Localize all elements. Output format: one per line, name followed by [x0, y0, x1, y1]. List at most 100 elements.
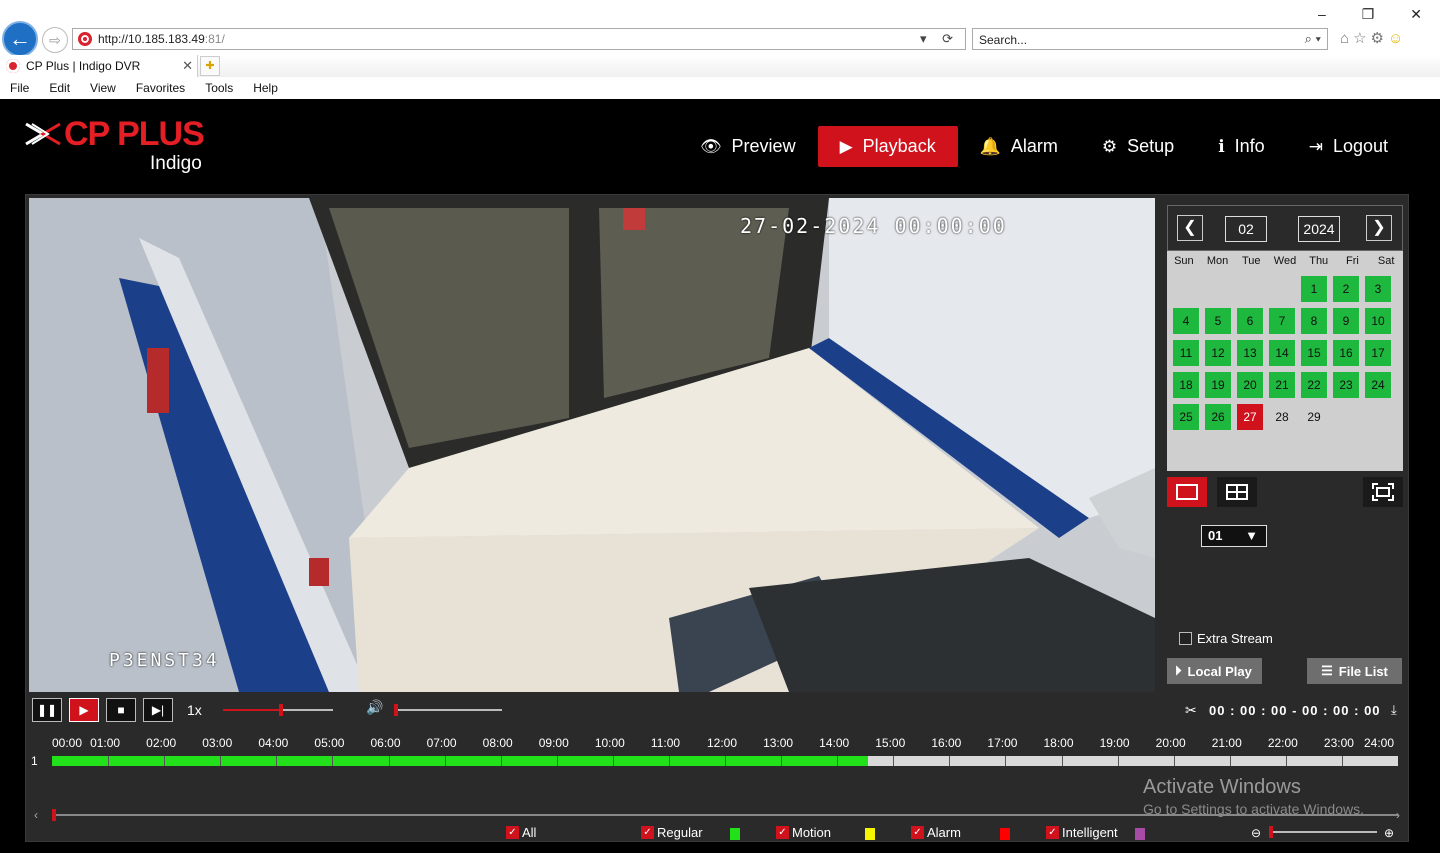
scroll-right-icon[interactable]: › [1396, 808, 1400, 822]
calendar-day-2[interactable]: 2 [1330, 273, 1362, 305]
calendar-day-11[interactable]: 11 [1170, 337, 1202, 369]
nav-logout[interactable]: ⇥ Logout [1287, 126, 1410, 167]
menu-edit[interactable]: Edit [39, 81, 80, 95]
scissors-icon[interactable]: ✂ [1185, 702, 1197, 719]
timeline-scrollbar[interactable] [52, 809, 1398, 821]
checkbox-checked-icon[interactable]: ✓ [506, 826, 519, 839]
download-icon[interactable]: ⤓ [1391, 702, 1397, 718]
legend-alarm[interactable]: ✓ Alarm [911, 825, 961, 840]
search-icon[interactable]: ⌕ ▾ [1305, 31, 1321, 47]
calendar-day-7[interactable]: 7 [1266, 305, 1298, 337]
zoom-in-icon[interactable]: ⊕ [1384, 826, 1394, 840]
checkbox-icon[interactable] [1179, 632, 1192, 645]
next-month-button[interactable]: ❯ [1366, 215, 1392, 241]
calendar-day-15[interactable]: 15 [1298, 337, 1330, 369]
address-bar[interactable]: http://10.185.183.49:81/ ▾ ⟳ [72, 28, 966, 50]
calendar-day-6[interactable]: 6 [1234, 305, 1266, 337]
menu-view[interactable]: View [80, 81, 126, 95]
smiley-icon[interactable]: ☺ [1388, 30, 1407, 47]
calendar-day-8[interactable]: 8 [1298, 305, 1330, 337]
zoom-out-icon[interactable]: ⊖ [1251, 826, 1261, 840]
single-view-button[interactable] [1167, 477, 1207, 507]
nav-info[interactable]: ℹ Info [1196, 126, 1287, 167]
home-icon[interactable]: ⌂ [1340, 30, 1353, 47]
calendar-day-23[interactable]: 23 [1330, 369, 1362, 401]
scroll-left-icon[interactable]: ‹ [34, 808, 38, 822]
quad-view-button[interactable] [1217, 477, 1257, 507]
calendar-day-18[interactable]: 18 [1170, 369, 1202, 401]
calendar-day-22[interactable]: 22 [1298, 369, 1330, 401]
pause-button[interactable]: ❚❚ [32, 698, 62, 722]
close-window-icon[interactable]: ✕ [1410, 6, 1422, 23]
calendar-day-3[interactable]: 3 [1362, 273, 1394, 305]
calendar-day-16[interactable]: 16 [1330, 337, 1362, 369]
calendar-day-10[interactable]: 10 [1362, 305, 1394, 337]
menu-tools[interactable]: Tools [195, 81, 243, 95]
tab-close-icon[interactable]: ✕ [182, 58, 193, 74]
volume-icon[interactable]: 🔊 [366, 699, 383, 716]
nav-preview[interactable]: 👁 Preview [678, 126, 818, 167]
calendar-day-25[interactable]: 25 [1170, 401, 1202, 433]
calendar-day-29[interactable]: 29 [1298, 401, 1330, 433]
stop-button[interactable]: ■ [106, 698, 136, 722]
month-field[interactable]: 02 [1225, 216, 1267, 242]
year-field[interactable]: 2024 [1298, 216, 1340, 242]
calendar-day-1[interactable]: 1 [1298, 273, 1330, 305]
checkbox-checked-icon[interactable]: ✓ [641, 826, 654, 839]
checkbox-checked-icon[interactable]: ✓ [776, 826, 789, 839]
checkbox-checked-icon[interactable]: ✓ [911, 826, 924, 839]
nav-setup[interactable]: ⚙ Setup [1080, 126, 1196, 167]
speed-slider-handle[interactable] [279, 704, 284, 716]
menu-help[interactable]: Help [243, 81, 288, 95]
legend-all[interactable]: ✓ All [506, 825, 536, 840]
speed-slider[interactable] [223, 704, 333, 716]
calendar-day-26[interactable]: 26 [1202, 401, 1234, 433]
minimize-icon[interactable]: – [1318, 6, 1326, 22]
favorites-star-icon[interactable]: ☆ [1353, 30, 1370, 47]
local-play-button[interactable]: ⏵ Local Play [1167, 658, 1262, 684]
prev-month-button[interactable]: ❮ [1177, 215, 1203, 241]
zoom-slider-handle[interactable] [1269, 826, 1273, 838]
calendar-day-13[interactable]: 13 [1234, 337, 1266, 369]
extra-stream-checkbox[interactable]: Extra Stream [1179, 631, 1273, 646]
nav-playback[interactable]: ▶ Playback [817, 126, 958, 167]
legend-intelligent[interactable]: ✓ Intelligent [1046, 825, 1118, 840]
calendar-day-19[interactable]: 19 [1202, 369, 1234, 401]
calendar-day-24[interactable]: 24 [1362, 369, 1394, 401]
refresh-icon[interactable]: ▾ ⟳ [920, 31, 959, 47]
calendar-day-27[interactable]: 27 [1234, 401, 1266, 433]
new-tab-button[interactable]: ✚ [200, 56, 220, 76]
file-list-button[interactable]: ☰ File List [1307, 658, 1402, 684]
browser-tab[interactable]: CP Plus | Indigo DVR ✕ [0, 55, 198, 77]
calendar-day-21[interactable]: 21 [1266, 369, 1298, 401]
volume-slider[interactable] [394, 704, 502, 716]
restore-icon[interactable]: ❐ [1362, 6, 1375, 23]
play-button[interactable]: ▶ [69, 698, 99, 722]
timeline-bar[interactable] [52, 756, 1398, 766]
nav-alarm[interactable]: 🔔 Alarm [958, 126, 1080, 167]
calendar-day-5[interactable]: 5 [1202, 305, 1234, 337]
volume-slider-handle[interactable] [394, 704, 398, 716]
fullscreen-button[interactable] [1363, 477, 1403, 507]
settings-gear-icon[interactable]: ⚙ [1371, 30, 1388, 47]
timeline-zoom-slider[interactable] [1269, 826, 1377, 838]
back-button[interactable]: ← [2, 21, 38, 57]
search-input[interactable]: Search... ⌕ ▾ [972, 28, 1328, 50]
legend-motion[interactable]: ✓ Motion [776, 825, 831, 840]
calendar-day-9[interactable]: 9 [1330, 305, 1362, 337]
forward-button[interactable]: ⇨ [42, 27, 68, 53]
calendar-day-14[interactable]: 14 [1266, 337, 1298, 369]
legend-regular[interactable]: ✓ Regular [641, 825, 703, 840]
channel-select[interactable]: 01 ▼ [1201, 525, 1267, 547]
menu-file[interactable]: File [0, 81, 39, 95]
calendar-day-17[interactable]: 17 [1362, 337, 1394, 369]
checkbox-checked-icon[interactable]: ✓ [1046, 826, 1059, 839]
calendar-day-4[interactable]: 4 [1170, 305, 1202, 337]
scrollbar-handle[interactable] [52, 809, 56, 821]
calendar-day-20[interactable]: 20 [1234, 369, 1266, 401]
calendar-day-28[interactable]: 28 [1266, 401, 1298, 433]
calendar-day-12[interactable]: 12 [1202, 337, 1234, 369]
video-viewport[interactable]: 27-02-2024 00:00:00 P3ENST34 [29, 198, 1155, 692]
step-frame-button[interactable]: ▶| [143, 698, 173, 722]
menu-favorites[interactable]: Favorites [126, 81, 195, 95]
